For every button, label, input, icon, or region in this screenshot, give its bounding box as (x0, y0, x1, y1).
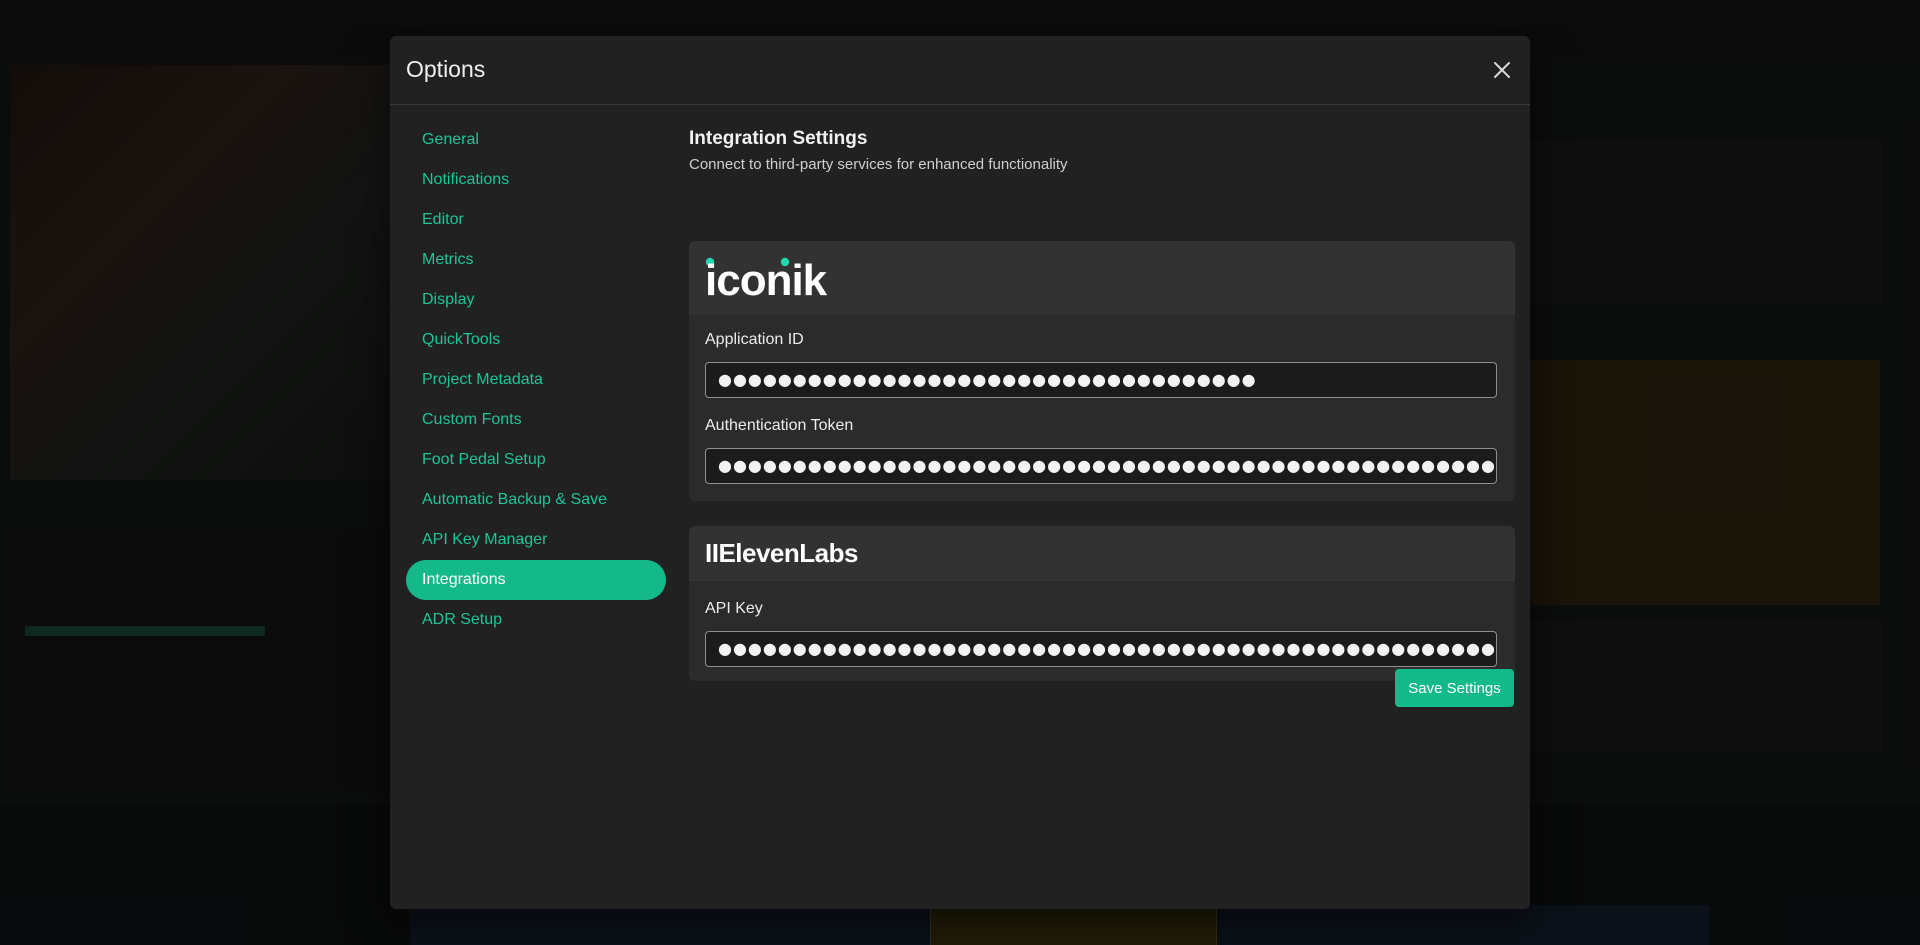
nav-item-quicktools[interactable]: QuickTools (406, 320, 666, 360)
close-icon (1494, 62, 1510, 78)
api-key-input[interactable]: ●●●●●●●●●●●●●●●●●●●●●●●●●●●●●●●●●●●●●●●●… (705, 631, 1497, 667)
auth-token-label: Authentication Token (705, 417, 854, 434)
dialog-header: Options (390, 36, 1530, 105)
nav-item-general[interactable]: General (406, 120, 666, 160)
close-button[interactable] (1490, 58, 1514, 82)
nav-item-foot-pedal-setup[interactable]: Foot Pedal Setup (406, 440, 666, 480)
elevenlabs-card-header: IIElevenLabs (689, 526, 1515, 581)
integrations-panel: Integration Settings Connect to third-pa… (689, 120, 1515, 681)
nav-item-project-metadata[interactable]: Project Metadata (406, 360, 666, 400)
svg-text:iconik: iconik (705, 256, 828, 299)
options-nav: General Notifications Editor Metrics Dis… (406, 120, 666, 640)
nav-item-editor[interactable]: Editor (406, 200, 666, 240)
elevenlabs-logo: IIElevenLabs (705, 538, 858, 568)
iconik-card-header: iconik (689, 241, 1515, 314)
section-subtitle: Connect to third-party services for enha… (689, 156, 1068, 173)
nav-item-automatic-backup[interactable]: Automatic Backup & Save (406, 480, 666, 520)
options-dialog: Options General Notifications Editor Met… (390, 36, 1530, 909)
nav-item-custom-fonts[interactable]: Custom Fonts (406, 400, 666, 440)
nav-item-display[interactable]: Display (406, 280, 666, 320)
application-id-label: Application ID (705, 331, 804, 348)
application-id-input[interactable]: ●●●●●●●●●●●●●●●●●●●●●●●●●●●●●●●●●●●● (705, 362, 1497, 398)
iconik-card: iconik Application ID ●●●●●●●●●●●●●●●●●●… (689, 241, 1515, 501)
nav-item-metrics[interactable]: Metrics (406, 240, 666, 280)
nav-item-integrations[interactable]: Integrations (406, 560, 666, 600)
save-settings-button[interactable]: Save Settings (1395, 669, 1514, 707)
nav-item-notifications[interactable]: Notifications (406, 160, 666, 200)
nav-item-adr-setup[interactable]: ADR Setup (406, 600, 666, 640)
iconik-logo: iconik (705, 256, 829, 299)
nav-item-api-key-manager[interactable]: API Key Manager (406, 520, 666, 560)
elevenlabs-card: IIElevenLabs API Key ●●●●●●●●●●●●●●●●●●●… (689, 526, 1515, 681)
api-key-label: API Key (705, 600, 763, 617)
section-title: Integration Settings (689, 128, 868, 149)
dialog-title: Options (406, 56, 486, 82)
auth-token-input[interactable]: ●●●●●●●●●●●●●●●●●●●●●●●●●●●●●●●●●●●●●●●●… (705, 448, 1497, 484)
